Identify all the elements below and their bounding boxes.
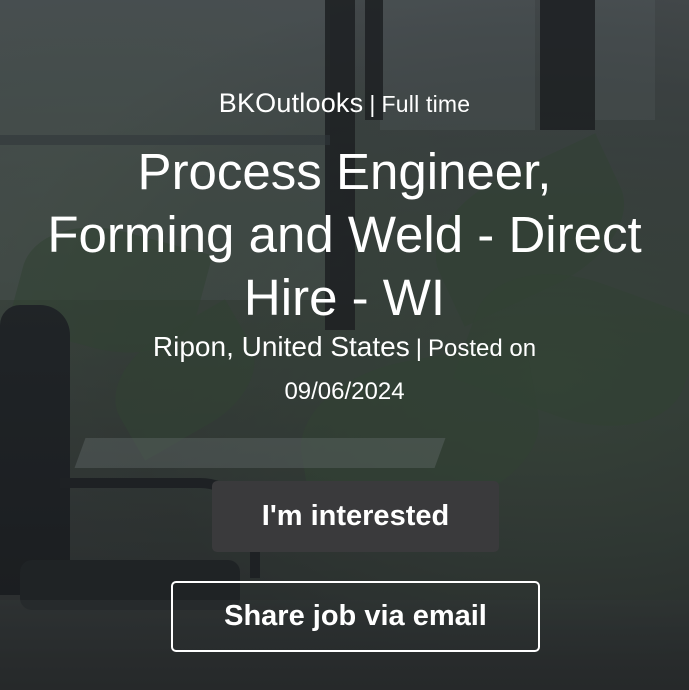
separator: | [415,335,422,362]
posted-date: 09/06/2024 [284,378,405,405]
company-name: BKOutlooks [218,88,364,118]
separator: | [369,91,376,117]
employment-type: Full time [381,91,471,117]
company-line: BKOutlooks | Full time [0,88,689,119]
interested-button[interactable]: I'm interested [212,481,499,552]
job-location: Ripon, United States [152,331,410,362]
job-meta: Ripon, United States | Posted on 09/06/202… [90,326,599,412]
job-title: Process Engineer, Forming and Weld - Dir… [47,143,642,326]
share-job-email-button[interactable]: Share job via email [171,581,540,652]
posted-label: Posted on [427,335,537,362]
